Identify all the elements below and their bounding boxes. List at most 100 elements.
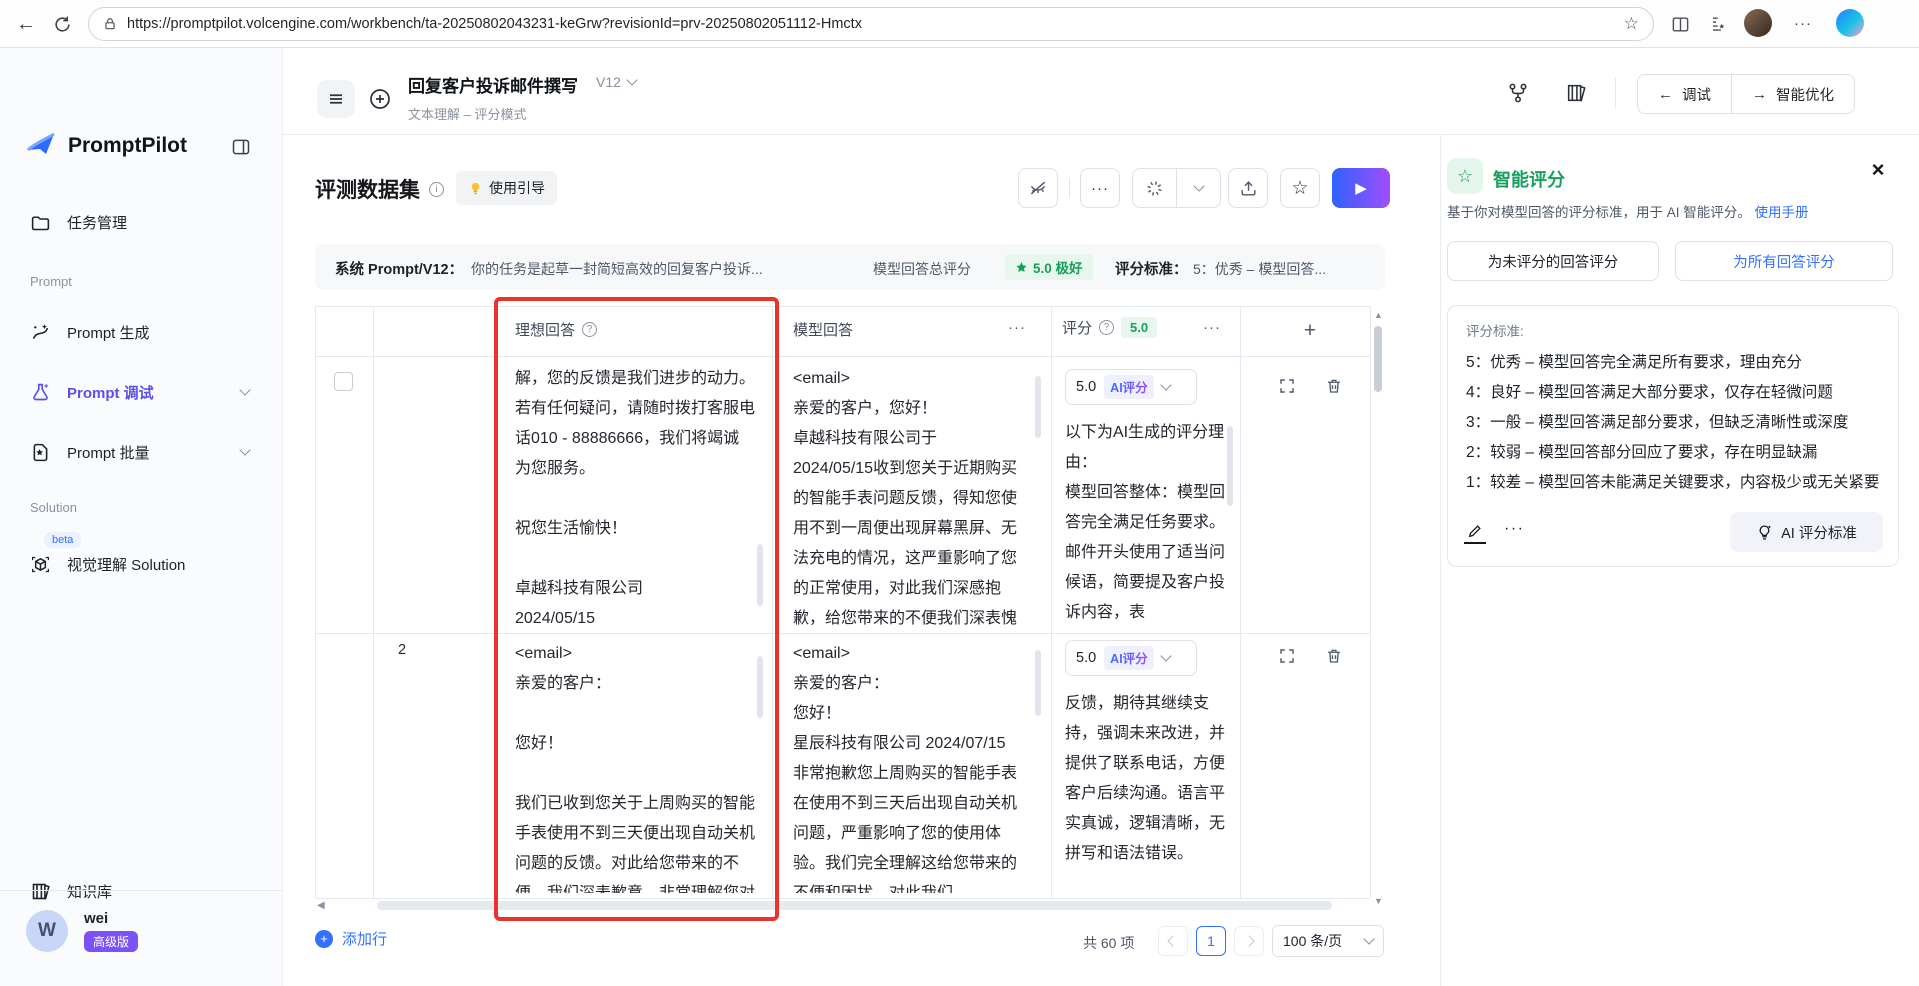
add-column-button[interactable]: + [1290, 314, 1330, 348]
bookmark-star-icon[interactable]: ☆ [1624, 14, 1639, 34]
model-answer-cell[interactable]: <email> 亲爱的客户，您好！ 卓越科技有限公司于 2024/05/15收到… [793, 364, 1030, 630]
criteria-more-icon[interactable]: ··· [1504, 520, 1524, 538]
library-icon[interactable] [1563, 80, 1589, 106]
browser-more-icon[interactable]: ··· [1790, 10, 1816, 36]
magic-wand-button[interactable] [1133, 169, 1177, 207]
sidebar-section-prompt: Prompt [30, 274, 72, 289]
total-score-badge: 5.0 极好 [1005, 254, 1093, 280]
model-answer-cell[interactable]: <email> 亲爱的客户： 您好！ 星辰科技有限公司 2024/07/15 非… [793, 639, 1030, 893]
version-select[interactable]: V12 [596, 74, 636, 90]
chevron-down-icon[interactable] [239, 384, 250, 395]
favorites-bar-icon[interactable] [1706, 12, 1730, 36]
split-screen-icon[interactable] [1668, 12, 1692, 36]
score-header[interactable]: 评分 ? 5.0 [1062, 317, 1157, 338]
close-icon[interactable]: × [1865, 157, 1891, 183]
sidebar-item-label: Prompt 调试 [67, 382, 154, 403]
score-select[interactable]: 5.0 AI评分 [1065, 640, 1197, 676]
debug-button[interactable]: ← 调试 [1638, 75, 1732, 113]
ai-criteria-button[interactable]: AI 评分标准 [1730, 512, 1883, 552]
ideal-answer-cell[interactable]: <email> 亲爱的客户： 您好！ 我们已收到您关于上周购买的智能手表使用不到… [515, 639, 755, 893]
row-checkbox[interactable] [334, 372, 353, 391]
sidebar-item-prompt-debug[interactable]: Prompt 调试 [0, 372, 283, 412]
page-1-button[interactable]: 1 [1196, 926, 1226, 956]
score-header-label: 评分 [1062, 317, 1092, 338]
vscroll-up-icon[interactable]: ▲ [1374, 310, 1383, 320]
ideal-answer-header[interactable]: 理想回答 ? [515, 319, 597, 340]
plus-circle-icon: + [315, 930, 333, 948]
page-size-select[interactable]: 100 条/页 [1272, 925, 1384, 957]
header-divider [1615, 78, 1616, 108]
expand-row-icon[interactable] [1275, 644, 1299, 668]
add-version-button[interactable] [365, 84, 395, 114]
vscroll-down-icon[interactable]: ▼ [1374, 896, 1383, 906]
optimize-button[interactable]: → 智能优化 [1732, 75, 1854, 113]
model-answer-header[interactable]: 模型回答 [793, 319, 853, 340]
menu-button[interactable] [317, 80, 355, 118]
question-icon[interactable]: ? [1099, 320, 1114, 335]
table-more-button[interactable]: ··· [1080, 168, 1120, 208]
sidebar-item-prompt-batch[interactable]: Prompt 批量 [0, 432, 283, 472]
score-reason-cell[interactable]: 以下为AI生成的评分理由： 模型回答整体：模型回答完全满足任务要求。邮件开头使用… [1065, 418, 1230, 630]
manual-link[interactable]: 使用手册 [1755, 205, 1809, 220]
magic-dropdown-button[interactable] [1177, 169, 1220, 207]
info-icon[interactable]: i [429, 182, 444, 197]
ideal-answer-cell[interactable]: 解，您的反馈是我们进步的动力。若有任何疑问，请随时拨打客服电话010 - 888… [515, 364, 755, 630]
ideal-answer-header-label: 理想回答 [515, 319, 575, 340]
question-icon[interactable]: ? [582, 322, 597, 337]
chevron-down-icon[interactable] [239, 444, 250, 455]
hide-columns-button[interactable] [1018, 168, 1058, 208]
next-page-button[interactable] [1234, 926, 1264, 956]
delete-row-icon[interactable] [1322, 644, 1346, 668]
score-header-value: 5.0 [1130, 320, 1148, 335]
score-select[interactable]: 5.0 AI评分 [1065, 369, 1197, 405]
avatar-initial: W [38, 920, 56, 942]
edit-criteria-icon[interactable] [1464, 520, 1486, 544]
avatar: W [26, 910, 68, 952]
favorite-button[interactable]: ☆ [1280, 168, 1320, 208]
score-unrated-button[interactable]: 为未评分的回答评分 [1447, 241, 1659, 281]
page-title: 回复客户投诉邮件撰写 [408, 72, 578, 97]
upload-button[interactable] [1228, 168, 1268, 208]
lock-icon[interactable] [103, 17, 117, 31]
system-prompt-bar[interactable]: 系统 Prompt/V12： 你的任务是起草一封简短高效的回复客户投诉... 模… [315, 244, 1385, 290]
model-header-more-icon[interactable]: ··· [1008, 319, 1026, 336]
hscroll-left-icon[interactable]: ◀ [317, 900, 325, 911]
score-all-button[interactable]: 为所有回答评分 [1675, 241, 1893, 281]
delete-row-icon[interactable] [1322, 374, 1346, 398]
version-tree-icon[interactable] [1505, 80, 1531, 106]
user-card[interactable]: W wei 高级版 [26, 910, 138, 952]
vertical-scrollbar[interactable] [1374, 326, 1382, 392]
browser-back-icon[interactable]: ← [12, 10, 40, 38]
guide-chip[interactable]: 使用引导 [456, 171, 557, 205]
score-header-more-icon[interactable]: ··· [1203, 319, 1221, 336]
smart-score-badge-icon: ☆ [1447, 158, 1483, 194]
criteria-box: 评分标准: 5：优秀 – 模型回答完全满足所有要求，理由充分 4：良好 – 模型… [1447, 305, 1899, 567]
score-reason-cell[interactable]: 反馈，期待其继续支持，强调未来改进，并提供了联系电话，方便客户后续沟通。语言平实… [1065, 689, 1230, 893]
sidebar-item-knowledge-base[interactable]: 知识库 [0, 871, 283, 911]
browser-toolbar: ← https://promptpilot.volcengine.com/wor… [0, 0, 1919, 48]
horizontal-scrollbar[interactable] [377, 901, 1332, 910]
sidebar-item-prompt-gen[interactable]: Prompt 生成 [0, 312, 283, 352]
copilot-icon[interactable] [1836, 9, 1864, 37]
browser-profile-avatar[interactable] [1744, 9, 1772, 37]
add-row-label: 添加行 [342, 928, 387, 949]
browser-refresh-icon[interactable] [48, 10, 76, 38]
sidebar-collapse-icon[interactable] [230, 136, 252, 158]
cell-scrollbar[interactable] [757, 544, 763, 606]
ai-score-tag: AI评分 [1104, 646, 1154, 670]
add-row-button[interactable]: + 添加行 [315, 928, 387, 949]
criteria-line: 1：较差 – 模型回答未能满足关键要求，内容极少或无关紧要 [1466, 468, 1880, 498]
url-bar[interactable]: https://promptpilot.volcengine.com/workb… [88, 7, 1654, 41]
url-text[interactable]: https://promptpilot.volcengine.com/workb… [127, 16, 1614, 32]
sidebar-item-vision-solution[interactable]: 视觉理解 Solution [0, 544, 283, 584]
cell-scrollbar[interactable] [1227, 426, 1233, 506]
total-count: 共 60 项 [1083, 933, 1134, 953]
magic-path-icon [30, 322, 51, 343]
prev-page-button[interactable] [1158, 926, 1188, 956]
cell-scrollbar[interactable] [757, 656, 763, 718]
cell-scrollbar[interactable] [1035, 650, 1041, 716]
run-button[interactable]: ▶ [1332, 168, 1390, 208]
sidebar-item-task-management[interactable]: 任务管理 [0, 202, 283, 242]
cell-scrollbar[interactable] [1035, 376, 1041, 438]
expand-row-icon[interactable] [1275, 374, 1299, 398]
